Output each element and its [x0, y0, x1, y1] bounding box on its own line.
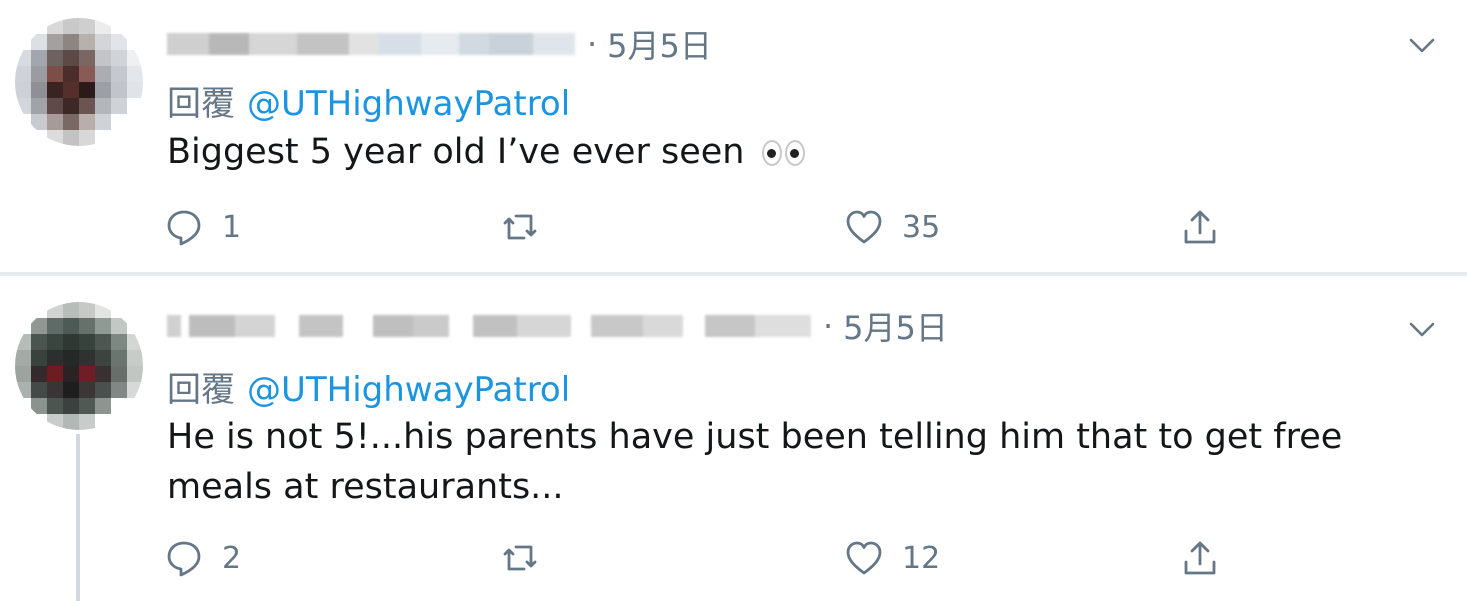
reply-prefix: 回覆: [167, 84, 235, 124]
like-count: 12: [902, 540, 941, 576]
reply-button[interactable]: 2: [164, 533, 241, 583]
avatar[interactable]: [15, 302, 143, 430]
reply-context: 回覆 @UTHighwayPatrol: [167, 76, 570, 125]
reply-handle-link[interactable]: @UTHighwayPatrol: [247, 84, 570, 124]
share-icon: [1184, 210, 1216, 244]
share-button[interactable]: [1180, 533, 1220, 583]
tweet-date[interactable]: 5月5日: [607, 21, 712, 67]
tweet-actions: 1 35: [160, 202, 1260, 252]
tweet-header: · 5月5日: [167, 304, 948, 348]
retweet-icon: [503, 214, 537, 240]
reply-context: 回覆 @UTHighwayPatrol: [167, 362, 570, 411]
tweet-date[interactable]: 5月5日: [843, 303, 948, 349]
blurred-display-name[interactable]: [167, 314, 811, 338]
thread-connector-line: [76, 434, 80, 601]
retweet-icon: [503, 545, 537, 571]
heart-icon: [846, 210, 882, 244]
reply-handle-link[interactable]: @UTHighwayPatrol: [247, 370, 570, 410]
heart-icon: [846, 541, 882, 575]
avatar[interactable]: [15, 18, 143, 146]
share-button[interactable]: [1180, 202, 1220, 252]
tweet-header: · 5月5日: [167, 22, 712, 66]
speech-bubble-icon: [167, 541, 201, 577]
like-count: 35: [902, 209, 941, 245]
like-button[interactable]: 12: [844, 533, 940, 583]
tweet[interactable]: · 5月5日 回覆 @UTHighwayPatrol Biggest 5 year…: [0, 0, 1467, 272]
tweet[interactable]: · 5月5日 回覆 @UTHighwayPatrol He is not 5!..…: [0, 276, 1467, 601]
tweet-actions: 2 12: [160, 533, 1260, 583]
reply-count: 1: [222, 209, 242, 245]
tweet-text-content: Biggest 5 year old I’ve ever seen: [167, 132, 745, 172]
blurred-display-name[interactable]: [167, 32, 575, 56]
like-button[interactable]: 35: [844, 202, 940, 252]
share-icon: [1184, 541, 1216, 575]
reply-button[interactable]: 1: [164, 202, 241, 252]
chevron-down-icon[interactable]: [1407, 314, 1437, 344]
separator-dot: ·: [587, 25, 598, 63]
retweet-button[interactable]: [500, 202, 558, 252]
chevron-down-icon[interactable]: [1407, 30, 1437, 60]
reply-count: 2: [222, 540, 242, 576]
speech-bubble-icon: [167, 210, 201, 246]
tweet-text: He is not 5!...his parents have just bee…: [167, 417, 1343, 507]
reply-prefix: 回覆: [167, 370, 235, 410]
eyes-emoji: [761, 140, 805, 166]
retweet-button[interactable]: [500, 533, 558, 583]
tweet-text: Biggest 5 year old I’ve ever seen: [167, 127, 1447, 177]
separator-dot: ·: [823, 307, 834, 345]
